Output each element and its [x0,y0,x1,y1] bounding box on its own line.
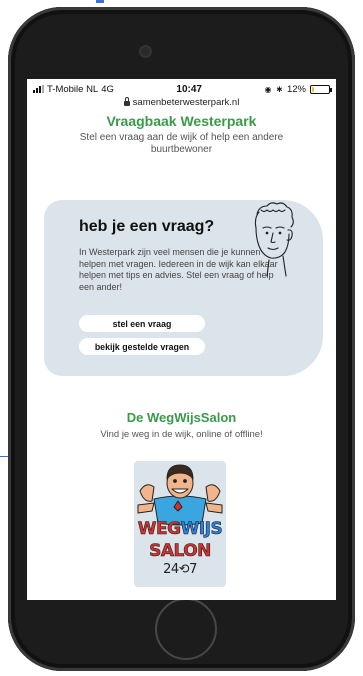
logo-word-salon: SALON [149,541,212,562]
location-icon: ◉ [264,84,272,94]
page-title: Vraagbaak Westerpark [106,113,257,129]
view-questions-button[interactable]: bekijk gestelde vragen [79,338,205,355]
edge-mark-top [96,0,104,3]
network-label: 4G [101,83,114,95]
bluetooth-icon: ∗ [275,83,283,94]
battery-percent: 12% [286,83,306,95]
lock-icon [123,97,130,106]
signal-icon [33,85,44,93]
wegwijssalon-logo[interactable]: WEGWIJS SALON 24⟲7 [134,461,226,587]
phone-screen: T-Mobile NL 4G 10:47 ◉ ∗ 12% samenbeterw… [27,79,336,600]
clock: 10:47 [176,83,202,95]
ask-question-button[interactable]: stel een vraag [79,315,205,332]
page-subtitle: Stel een vraag aan de wijk of help een a… [79,132,284,155]
salon-title: De WegWijsSalon [126,410,237,425]
logo-hours: 24⟲7 [163,562,197,577]
logo-word-weg: WEG [137,519,181,540]
camera-icon [141,47,150,56]
logo-word-wijs: WIJS [180,519,223,540]
carrier-label: T-Mobile NL [47,83,99,95]
status-left: T-Mobile NL 4G [33,84,114,95]
home-button[interactable] [155,598,217,660]
logo-word-wegwijs: WEGWIJS [134,519,226,540]
url-text: samenbeterwesterpark.nl [132,97,240,108]
person-head-illustration [254,202,294,277]
address-bar[interactable]: samenbeterwesterpark.nl [27,96,336,109]
salon-subtitle: Vind je weg in de wijk, online of offlin… [100,429,263,440]
status-bar: T-Mobile NL 4G 10:47 ◉ ∗ 12% [27,82,336,96]
status-right: ◉ ∗ 12% [264,83,332,95]
battery-icon [310,84,332,94]
card-heading: heb je een vraag? [79,218,215,235]
